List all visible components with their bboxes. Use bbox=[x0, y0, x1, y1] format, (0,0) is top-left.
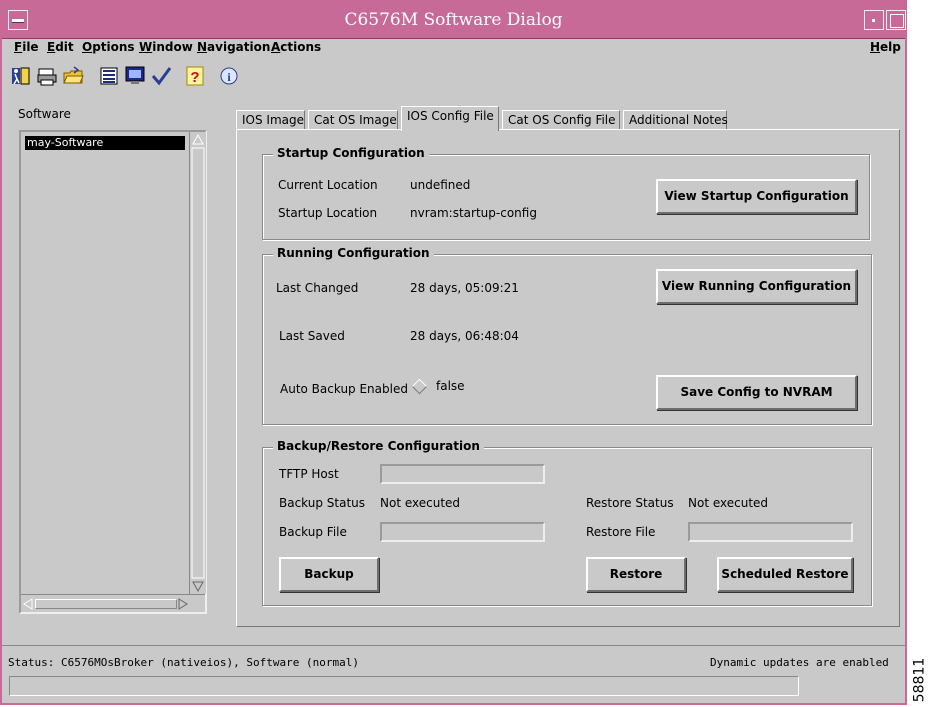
maximize-button[interactable] bbox=[886, 10, 906, 30]
view-running-configuration-button[interactable]: View Running Configuration bbox=[656, 269, 857, 304]
view-startup-configuration-button[interactable]: View Startup Configuration bbox=[656, 179, 857, 214]
tab-ios-image[interactable]: IOS Image bbox=[236, 110, 305, 130]
backup-file-input[interactable] bbox=[380, 522, 545, 542]
startup-location-label: Startup Location bbox=[278, 206, 378, 220]
horizontal-scrollbar[interactable] bbox=[21, 594, 205, 613]
running-configuration-title: Running Configuration bbox=[273, 246, 434, 260]
tab-cat-os-image[interactable]: Cat OS Image bbox=[308, 110, 398, 130]
toolbar: ? i bbox=[2, 62, 905, 92]
monitor-icon[interactable] bbox=[124, 65, 146, 87]
list-item[interactable]: may-Software bbox=[25, 136, 185, 150]
dialog-window: C6576M Software Dialog File Edit Options… bbox=[0, 0, 907, 705]
startup-location-value: nvram:startup-config bbox=[410, 206, 537, 220]
backup-file-label: Backup File bbox=[279, 525, 347, 539]
menu-help[interactable]: Help bbox=[870, 40, 901, 54]
figure-id: 58811 bbox=[909, 657, 930, 706]
info-icon[interactable]: i bbox=[218, 65, 240, 87]
tab-cat-os-config-file[interactable]: Cat OS Config File bbox=[502, 110, 620, 130]
open-folder-icon[interactable] bbox=[62, 65, 84, 87]
auto-backup-value: false bbox=[436, 379, 465, 393]
minimize-button[interactable] bbox=[864, 10, 884, 30]
menu-navigation[interactable]: Navigation bbox=[197, 40, 270, 54]
last-saved-value: 28 days, 06:48:04 bbox=[410, 329, 519, 343]
software-list[interactable]: may-Software bbox=[19, 130, 207, 614]
last-changed-value: 28 days, 05:09:21 bbox=[410, 281, 519, 295]
last-saved-label: Last Saved bbox=[279, 329, 345, 343]
tftp-host-input[interactable] bbox=[380, 464, 545, 484]
title-bar[interactable]: C6576M Software Dialog bbox=[2, 2, 906, 39]
auto-backup-label: Auto Backup Enabled bbox=[280, 382, 408, 396]
last-changed-label: Last Changed bbox=[276, 281, 359, 295]
restore-status-label: Restore Status bbox=[586, 496, 674, 510]
startup-configuration-title: Startup Configuration bbox=[273, 146, 429, 160]
status-text: Status: C6576MOsBroker (nativeios), Soft… bbox=[8, 656, 359, 669]
current-location-label: Current Location bbox=[278, 178, 378, 192]
menu-edit[interactable]: Edit bbox=[47, 40, 74, 54]
tab-ios-config-file[interactable]: IOS Config File bbox=[401, 106, 499, 131]
help-question-icon[interactable]: ? bbox=[184, 65, 206, 87]
window-title: C6576M Software Dialog bbox=[344, 10, 563, 30]
status-divider bbox=[2, 645, 905, 646]
exit-icon[interactable] bbox=[10, 65, 32, 87]
backup-button[interactable]: Backup bbox=[279, 557, 379, 592]
print-icon[interactable] bbox=[36, 65, 58, 87]
tftp-host-label: TFTP Host bbox=[279, 467, 339, 481]
tab-additional-notes[interactable]: Additional Notes bbox=[623, 110, 728, 130]
figure-id-text: 58811 bbox=[911, 657, 928, 703]
save-config-to-nvram-button[interactable]: Save Config to NVRAM bbox=[656, 375, 857, 410]
menu-actions[interactable]: Actions bbox=[271, 40, 321, 54]
software-label: Software bbox=[18, 107, 71, 121]
list-icon[interactable] bbox=[98, 65, 120, 87]
menu-window[interactable]: Window bbox=[139, 40, 193, 54]
backup-restore-title: Backup/Restore Configuration bbox=[273, 439, 484, 453]
menu-bar: File Edit Options Window Navigation Acti… bbox=[2, 38, 905, 60]
vertical-scrollbar[interactable] bbox=[189, 132, 206, 594]
dynamic-updates-status: Dynamic updates are enabled bbox=[710, 656, 889, 669]
restore-file-label: Restore File bbox=[586, 525, 656, 539]
restore-file-input[interactable] bbox=[688, 522, 853, 542]
backup-status-label: Backup Status bbox=[279, 496, 366, 510]
horizontal-scroll-thumb[interactable] bbox=[35, 599, 177, 609]
scheduled-restore-button[interactable]: Scheduled Restore bbox=[717, 557, 853, 592]
svg-text:?: ? bbox=[190, 69, 199, 86]
restore-status-value: Not executed bbox=[688, 496, 769, 510]
restore-button[interactable]: Restore bbox=[586, 557, 686, 592]
software-list-area: may-Software bbox=[23, 134, 188, 594]
progress-bar bbox=[9, 676, 799, 696]
current-location-value: undefined bbox=[410, 178, 471, 192]
checkmark-icon[interactable] bbox=[150, 65, 172, 87]
backup-status-value: Not executed bbox=[380, 496, 461, 510]
menu-file[interactable]: File bbox=[14, 40, 39, 54]
menu-options[interactable]: Options bbox=[82, 40, 135, 54]
